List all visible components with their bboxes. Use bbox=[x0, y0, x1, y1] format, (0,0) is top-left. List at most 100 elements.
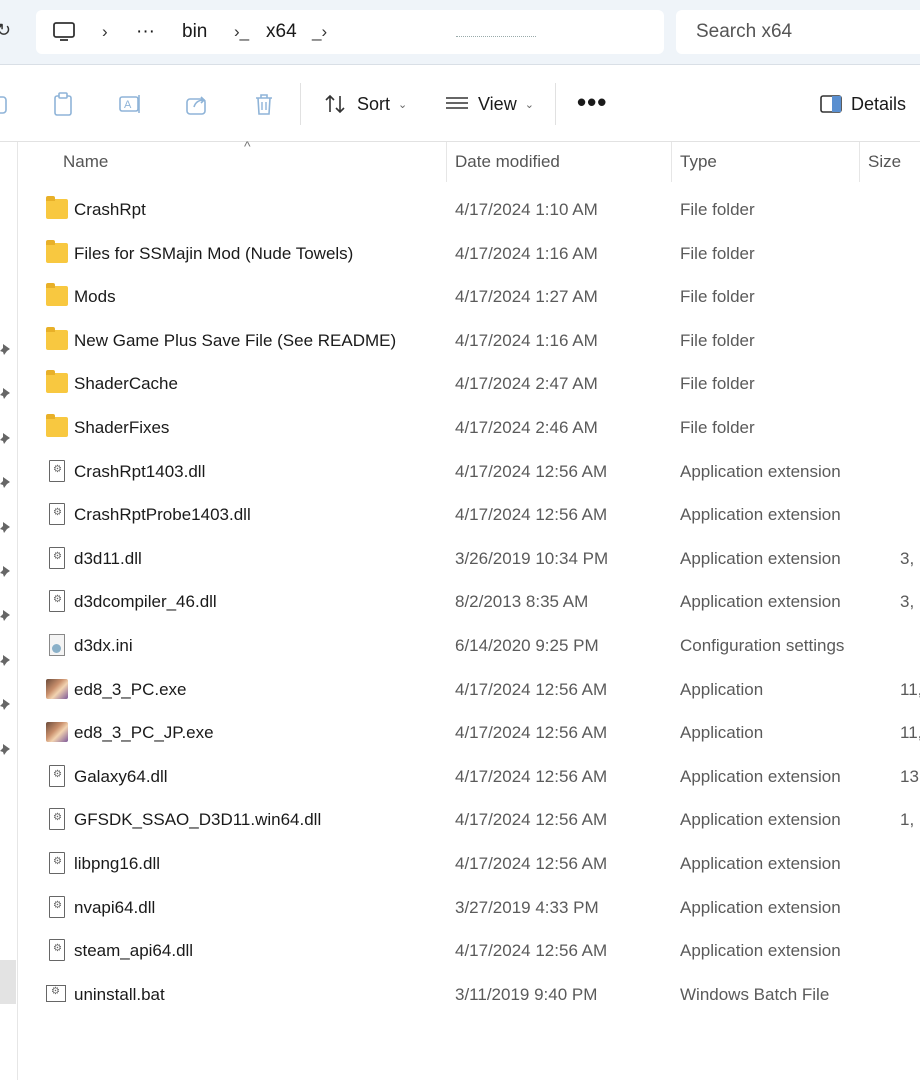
file-row[interactable]: ed8_3_PC_JP.exe 4/17/2024 12:56 AM Applica… bbox=[40, 711, 920, 755]
column-header-date[interactable]: Date modified bbox=[455, 142, 560, 182]
copy-icon[interactable] bbox=[0, 91, 12, 117]
folder-icon bbox=[46, 239, 68, 263]
svg-text:A: A bbox=[124, 99, 132, 111]
computer-icon[interactable] bbox=[52, 10, 76, 54]
file-name: ed8_3_PC_JP.exe bbox=[74, 723, 214, 743]
file-name: CrashRpt1403.dll bbox=[74, 461, 206, 481]
more-options-button[interactable]: ••• bbox=[577, 87, 607, 117]
breadcrumb-separator-icon[interactable]: › bbox=[102, 10, 108, 54]
file-row[interactable]: ShaderCache 4/17/2024 2:47 AM File folder bbox=[40, 362, 920, 406]
delete-icon[interactable] bbox=[251, 91, 277, 117]
sort-label: Sort bbox=[357, 93, 391, 114]
file-row[interactable]: ShaderFixes 4/17/2024 2:46 AM File folder bbox=[40, 406, 920, 450]
file-row[interactable]: d3dcompiler_46.dll 8/2/2013 8:35 AM Applic… bbox=[40, 580, 920, 624]
breadcrumb-overflow[interactable]: ··· bbox=[136, 10, 155, 54]
pin-icon[interactable] bbox=[0, 698, 12, 712]
column-header-size[interactable]: Size bbox=[868, 142, 901, 182]
pin-icon[interactable] bbox=[0, 476, 12, 490]
file-size: 11, bbox=[900, 679, 920, 699]
file-type: Application extension bbox=[680, 897, 841, 917]
sort-button[interactable]: Sort ⌄ bbox=[323, 87, 407, 121]
breadcrumb-bin[interactable]: bin bbox=[182, 10, 207, 54]
file-size: 13, bbox=[900, 766, 920, 786]
file-type: Configuration settings bbox=[680, 636, 845, 655]
column-divider[interactable] bbox=[859, 142, 860, 182]
file-date-modified: 4/17/2024 1:16 AM bbox=[455, 330, 598, 350]
column-header-type[interactable]: Type bbox=[680, 142, 717, 182]
file-row[interactable]: d3d11.dll 3/26/2019 10:34 PM Application e… bbox=[40, 537, 920, 581]
details-pane-button[interactable]: Details bbox=[819, 87, 906, 121]
pin-icon[interactable] bbox=[0, 387, 12, 401]
file-name: CrashRpt bbox=[74, 200, 146, 219]
file-row[interactable]: d3dx.ini 6/14/2020 9:25 PM Configuration s… bbox=[40, 624, 920, 668]
pin-icon[interactable] bbox=[0, 432, 12, 446]
file-type: Application bbox=[680, 723, 764, 743]
breadcrumb-x64[interactable]: x64 bbox=[266, 10, 297, 54]
file-type: Application extension bbox=[680, 854, 841, 873]
pin-icon[interactable] bbox=[0, 521, 12, 535]
file-type: File folder bbox=[680, 374, 755, 394]
file-row[interactable]: Files for SSMajin Mod (Nude Towels) 4/17/… bbox=[40, 232, 920, 276]
refresh-icon[interactable]: ↻ bbox=[0, 20, 11, 41]
file-row[interactable]: Galaxy64.dll 4/17/2024 12:56 AM Applicatio… bbox=[40, 755, 920, 799]
paste-icon[interactable] bbox=[50, 91, 76, 117]
breadcrumb-separator-icon[interactable]: _› bbox=[312, 10, 327, 54]
file-name: nvapi64.dll bbox=[74, 897, 156, 917]
file-name: New Game Plus Save File (See README) bbox=[74, 330, 397, 350]
file-name: ShaderCache bbox=[74, 374, 178, 394]
pin-icon[interactable] bbox=[0, 654, 12, 668]
file-type: Application bbox=[680, 679, 764, 699]
file-row[interactable]: nvapi64.dll 3/27/2019 4:33 PM Application … bbox=[40, 886, 920, 930]
divider bbox=[300, 83, 301, 125]
column-divider[interactable] bbox=[446, 142, 447, 182]
file-date-modified: 4/17/2024 12:56 AM bbox=[455, 461, 608, 481]
file-row[interactable]: uninstall.bat 3/11/2019 9:40 PM Windows Ba… bbox=[40, 973, 920, 1017]
file-date-modified: 8/2/2013 8:35 AM bbox=[455, 592, 589, 612]
breadcrumb-separator-icon[interactable]: ›_ bbox=[234, 10, 249, 54]
search-input[interactable]: Search x64 bbox=[696, 10, 792, 54]
file-row[interactable]: CrashRpt 4/17/2024 1:10 AM File folder bbox=[40, 188, 920, 232]
file-row[interactable]: CrashRptProbe1403.dll 4/17/2024 12:56 AM A… bbox=[40, 493, 920, 537]
pin-icon[interactable] bbox=[0, 343, 12, 357]
file-date-modified: 3/26/2019 10:34 PM bbox=[455, 548, 609, 568]
file-name: ed8_3_PC.exe bbox=[74, 679, 187, 699]
view-button[interactable]: View ⌄ bbox=[444, 87, 534, 121]
pin-icon[interactable] bbox=[0, 743, 12, 757]
nav-selected-item[interactable] bbox=[0, 960, 16, 1004]
file-date-modified: 4/17/2024 12:56 AM bbox=[455, 766, 608, 786]
view-label: View bbox=[478, 93, 517, 114]
file-row[interactable]: Mods 4/17/2024 1:27 AM File folder bbox=[40, 275, 920, 319]
file-row[interactable]: New Game Plus Save File (See README) 4/17… bbox=[40, 319, 920, 363]
ini-file-icon bbox=[49, 634, 65, 656]
file-date-modified: 6/14/2020 9:25 PM bbox=[455, 636, 599, 655]
column-header-name[interactable]: Name bbox=[63, 142, 108, 182]
breadcrumb[interactable]: › ··· bin ›_ x64 _› bbox=[36, 10, 664, 54]
file-row[interactable]: CrashRpt1403.dll 4/17/2024 12:56 AM Applic… bbox=[40, 450, 920, 494]
file-date-modified: 4/17/2024 12:56 AM bbox=[455, 505, 608, 525]
chevron-down-icon: ⌄ bbox=[524, 98, 534, 111]
file-row[interactable]: steam_api64.dll 4/17/2024 12:56 AM Applica… bbox=[40, 929, 920, 973]
file-name: ShaderFixes bbox=[74, 418, 170, 437]
rename-icon[interactable]: A bbox=[117, 91, 143, 117]
file-row[interactable]: ed8_3_PC.exe 4/17/2024 12:56 AM Applicatio… bbox=[40, 668, 920, 712]
pin-icon[interactable] bbox=[0, 565, 12, 579]
file-row[interactable]: GFSDK_SSAO_D3D11.win64.dll 4/17/2024 12:5… bbox=[40, 798, 920, 842]
dll-file-icon bbox=[49, 764, 65, 787]
file-name: uninstall.bat bbox=[74, 984, 165, 1004]
file-size: 3, bbox=[900, 592, 915, 612]
file-name: d3dx.ini bbox=[74, 636, 133, 655]
file-type: File folder bbox=[680, 287, 755, 307]
file-row[interactable]: libpng16.dll 4/17/2024 12:56 AM Applicatio… bbox=[40, 842, 920, 886]
share-icon[interactable] bbox=[184, 91, 210, 117]
file-size: 1, bbox=[900, 810, 915, 830]
search-box[interactable]: Search x64 bbox=[676, 10, 920, 54]
pin-icon[interactable] bbox=[0, 609, 12, 623]
details-pane-icon bbox=[820, 95, 842, 113]
file-name: GFSDK_SSAO_D3D11.win64.dll bbox=[74, 810, 322, 830]
file-date-modified: 4/17/2024 12:56 AM bbox=[455, 941, 608, 961]
file-name: libpng16.dll bbox=[74, 854, 161, 873]
file-date-modified: 3/27/2019 4:33 PM bbox=[455, 897, 599, 917]
command-bar: A Sort ⌄ View ⌄ ••• Details bbox=[0, 64, 920, 142]
column-divider[interactable] bbox=[671, 142, 672, 182]
file-date-modified: 4/17/2024 1:16 AM bbox=[455, 243, 598, 263]
